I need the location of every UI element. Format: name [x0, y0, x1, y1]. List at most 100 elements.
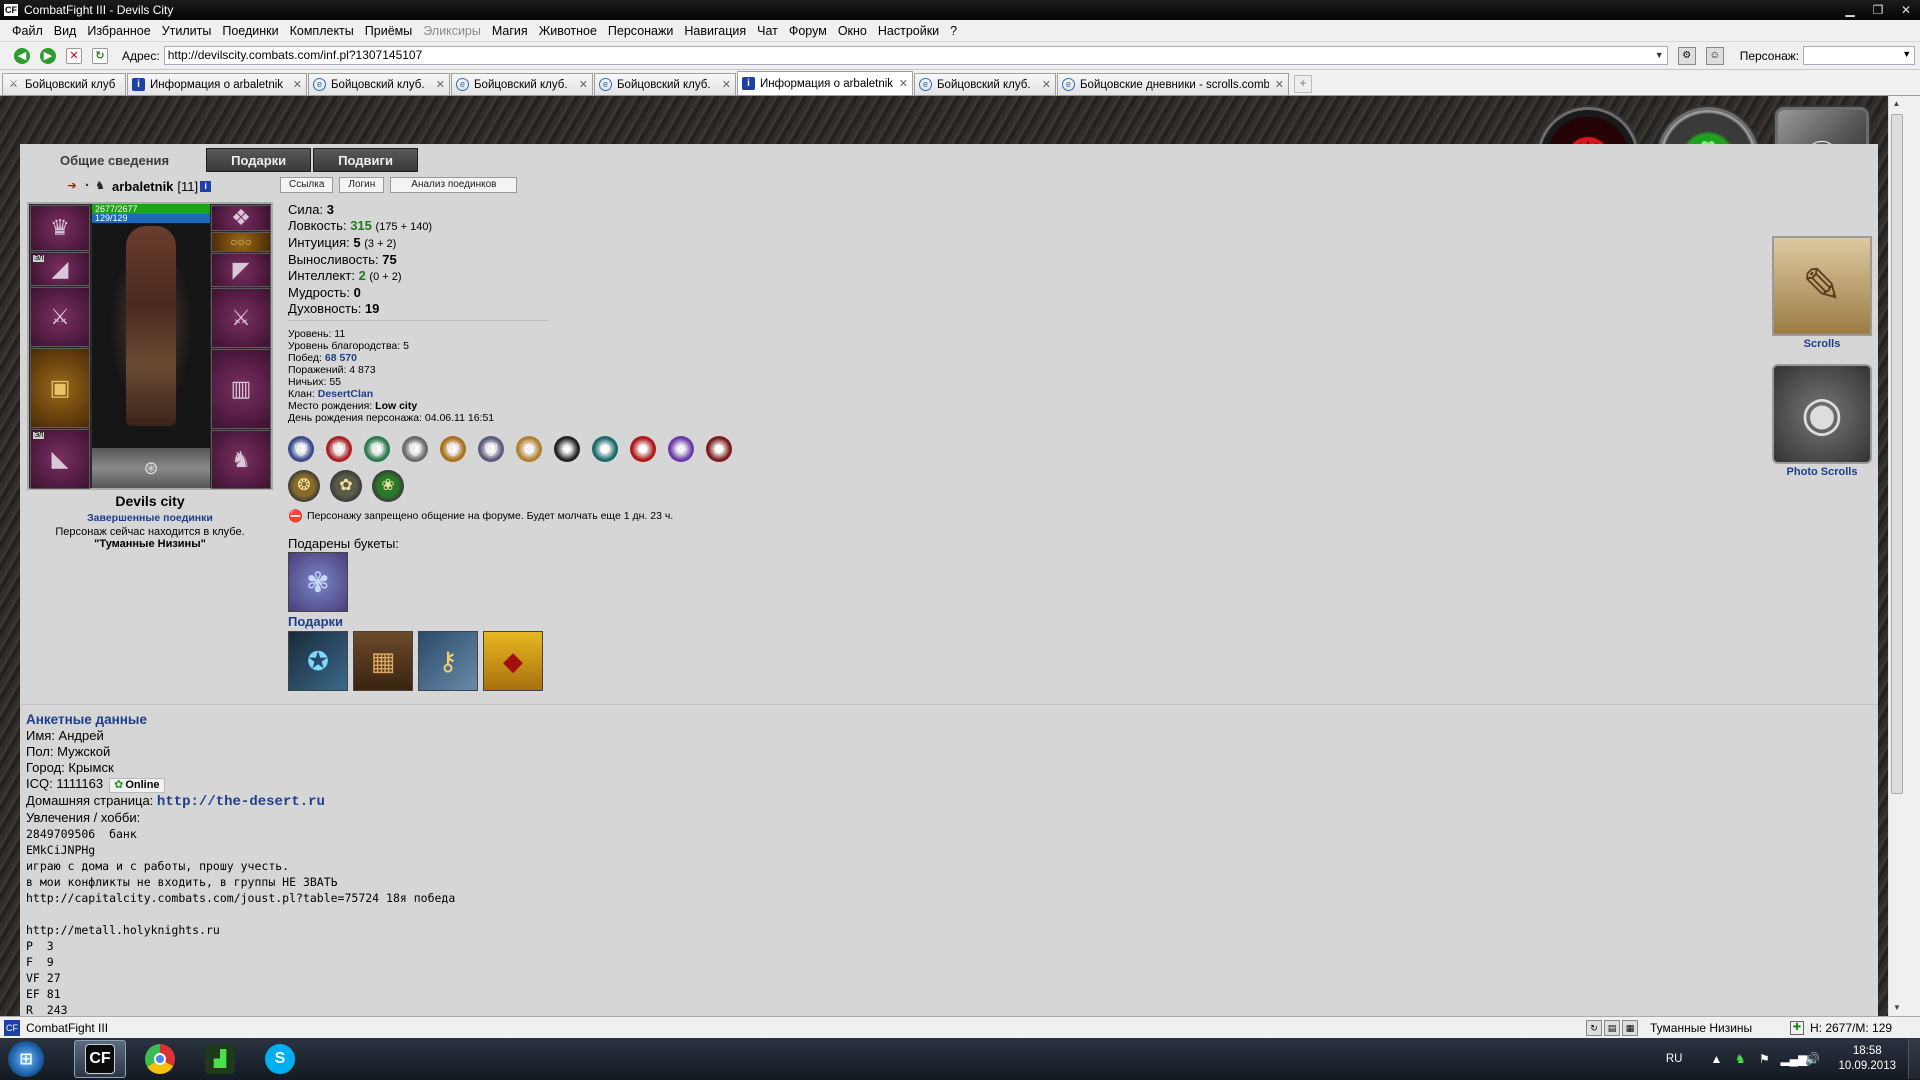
grid-icon[interactable]: ▤	[1604, 1019, 1620, 1036]
tray-app-icon[interactable]: ♞	[1732, 1052, 1748, 1066]
medal-icon[interactable]: ✸	[706, 436, 732, 462]
refresh-icon[interactable]: ↻	[1586, 1019, 1602, 1036]
tab-close-icon[interactable]: ✕	[1042, 78, 1051, 91]
browser-tab[interactable]: e Бойцовские дневники - scrolls.comba... ✕	[1057, 73, 1289, 95]
pet-slot[interactable]: ♞	[211, 430, 271, 489]
menu-item[interactable]: Избранное	[87, 24, 150, 38]
helmet-slot[interactable]: ♛	[30, 205, 90, 251]
medal-icon[interactable]: 🛡	[440, 436, 466, 462]
tray-expand-icon[interactable]: ▲	[1708, 1052, 1724, 1066]
menu-item[interactable]: Персонажи	[608, 24, 673, 38]
medal-icon[interactable]: ✧	[668, 436, 694, 462]
language-indicator[interactable]: RU	[1666, 1053, 1683, 1065]
browser-tab[interactable]: e Бойцовский клуб. ✕	[451, 73, 593, 95]
person-select[interactable]: ▼	[1803, 46, 1916, 65]
homepage-link[interactable]: http://the-desert.ru	[157, 794, 325, 810]
back-arrow-icon[interactable]: ◀	[14, 47, 30, 64]
gift-item[interactable]: ⚷	[418, 631, 478, 691]
taskbar-combatfight[interactable]: CF	[74, 1040, 126, 1078]
menu-item[interactable]: Поединки	[222, 24, 278, 38]
link-button[interactable]: Ссылка	[280, 177, 334, 193]
medal-icon[interactable]: ✿	[330, 470, 362, 502]
taskbar-chrome[interactable]	[134, 1040, 186, 1078]
menu-item[interactable]: Приёмы	[365, 24, 412, 38]
belt-slot[interactable]: ⊛	[92, 448, 210, 488]
person-dropdown-icon[interactable]: ▼	[1902, 49, 1911, 59]
medal-icon[interactable]: ✹	[630, 436, 656, 462]
medal-icon[interactable]: ✺	[592, 436, 618, 462]
vertical-scrollbar[interactable]: ▲ ▼	[1888, 96, 1904, 1016]
right-weapon-slot[interactable]: ⚔	[211, 288, 271, 348]
battle-analysis-button[interactable]: Анализ поединков	[390, 177, 518, 193]
menu-item[interactable]: Вид	[54, 24, 77, 38]
menu-item[interactable]: Утилиты	[162, 24, 212, 38]
medal-icon[interactable]: ❀	[372, 470, 404, 502]
gift-item[interactable]: ◆	[483, 631, 543, 691]
medal-icon[interactable]: 🛡	[478, 436, 504, 462]
bouquet-item[interactable]: ✾	[288, 552, 348, 612]
menu-item[interactable]: Файл	[12, 24, 43, 38]
menu-item[interactable]: Окно	[838, 24, 867, 38]
tab-close-icon[interactable]: ✕	[579, 78, 588, 91]
gloves-slot[interactable]: ◤	[211, 253, 271, 287]
medal-icon[interactable]: 🛡	[326, 436, 352, 462]
tab-general[interactable]: Общие сведения	[25, 148, 205, 172]
signal-icon[interactable]: ▂▄▆	[1780, 1052, 1807, 1066]
menu-item[interactable]: Магия	[492, 24, 528, 38]
browser-tab[interactable]: i Информация о arbaletnik ✕	[737, 71, 913, 95]
browser-tab[interactable]: ⚔ Бойцовский клуб	[2, 73, 126, 95]
minimize-button[interactable]: ▁	[1836, 3, 1864, 17]
tab-close-icon[interactable]: ✕	[899, 77, 908, 90]
gift-item[interactable]: ▦	[353, 631, 413, 691]
tab-close-icon[interactable]: ✕	[1275, 78, 1284, 91]
medal-icon[interactable]: 🛡	[402, 436, 428, 462]
tools-icon[interactable]: ⚙	[1677, 46, 1696, 65]
menu-item[interactable]: ?	[950, 24, 957, 38]
browser-tab[interactable]: e Бойцовский клуб. ✕	[594, 73, 736, 95]
medal-icon[interactable]: ⚙	[516, 436, 542, 462]
photo-scrolls-link[interactable]: ◉ Photo Scrolls	[1770, 364, 1874, 478]
medal-icon[interactable]: 🛡	[288, 436, 314, 462]
medal-icon[interactable]: ✦	[554, 436, 580, 462]
earring-slot[interactable]: ❖	[211, 205, 271, 231]
show-desktop-button[interactable]	[1908, 1039, 1920, 1079]
gifts-link[interactable]: Подарки	[288, 614, 343, 629]
login-button[interactable]: Логин	[339, 177, 385, 193]
scroll-thumb[interactable]	[1891, 114, 1903, 794]
menu-item[interactable]: Животное	[539, 24, 597, 38]
scroll-up-icon[interactable]: ▲	[1889, 96, 1904, 112]
clan-link[interactable]: DesertClan	[318, 388, 373, 400]
address-input[interactable]: http://devilscity.combats.com/inf.pl?130…	[163, 46, 1668, 65]
medal-icon[interactable]: 🛡	[364, 436, 390, 462]
taskbar-taskmanager[interactable]: ▟	[194, 1040, 246, 1078]
start-button[interactable]: ⊞	[8, 1041, 44, 1077]
list-icon[interactable]: ▦	[1622, 1019, 1638, 1036]
browser-tab[interactable]: i Информация о arbaletnik ✕	[127, 73, 307, 95]
stop-icon[interactable]: ✕	[66, 47, 82, 64]
menu-item[interactable]: Навигация	[684, 24, 746, 38]
legs-slot[interactable]: ▥	[211, 349, 271, 429]
menu-item[interactable]: Форум	[789, 24, 827, 38]
left-weapon-slot[interactable]: ⚔	[30, 287, 90, 347]
scrolls-link[interactable]: ✎ Scrolls	[1770, 236, 1874, 350]
clock[interactable]: 18:58 10.09.2013	[1838, 1044, 1896, 1074]
bracer-slot[interactable]: ЭЛ ◢	[30, 252, 90, 286]
address-dropdown-icon[interactable]: ▼	[1655, 47, 1664, 64]
forward-arrow-icon[interactable]: ▶	[40, 47, 56, 64]
close-window-button[interactable]: ✕	[1892, 3, 1920, 17]
tab-gifts[interactable]: Подарки	[206, 148, 312, 172]
menu-item[interactable]: Эликсиры	[423, 24, 481, 38]
ring-slots[interactable]: ○○○	[211, 232, 271, 252]
boots-slot[interactable]: ЭЛ ◣	[30, 429, 90, 489]
menu-item[interactable]: Настройки	[878, 24, 939, 38]
flag-icon[interactable]: ⚑	[1756, 1052, 1772, 1066]
reload-icon[interactable]: ↻	[92, 47, 108, 64]
armor-slot[interactable]: ▣	[30, 348, 90, 428]
taskbar-skype[interactable]: S	[254, 1040, 306, 1078]
tab-close-icon[interactable]: ✕	[293, 78, 302, 91]
browser-tab[interactable]: e Бойцовский клуб. ✕	[914, 73, 1056, 95]
tab-feats[interactable]: Подвиги	[313, 148, 418, 172]
scroll-down-icon[interactable]: ▼	[1889, 1000, 1905, 1016]
tab-close-icon[interactable]: ✕	[436, 78, 445, 91]
gift-item[interactable]: ✪	[288, 631, 348, 691]
